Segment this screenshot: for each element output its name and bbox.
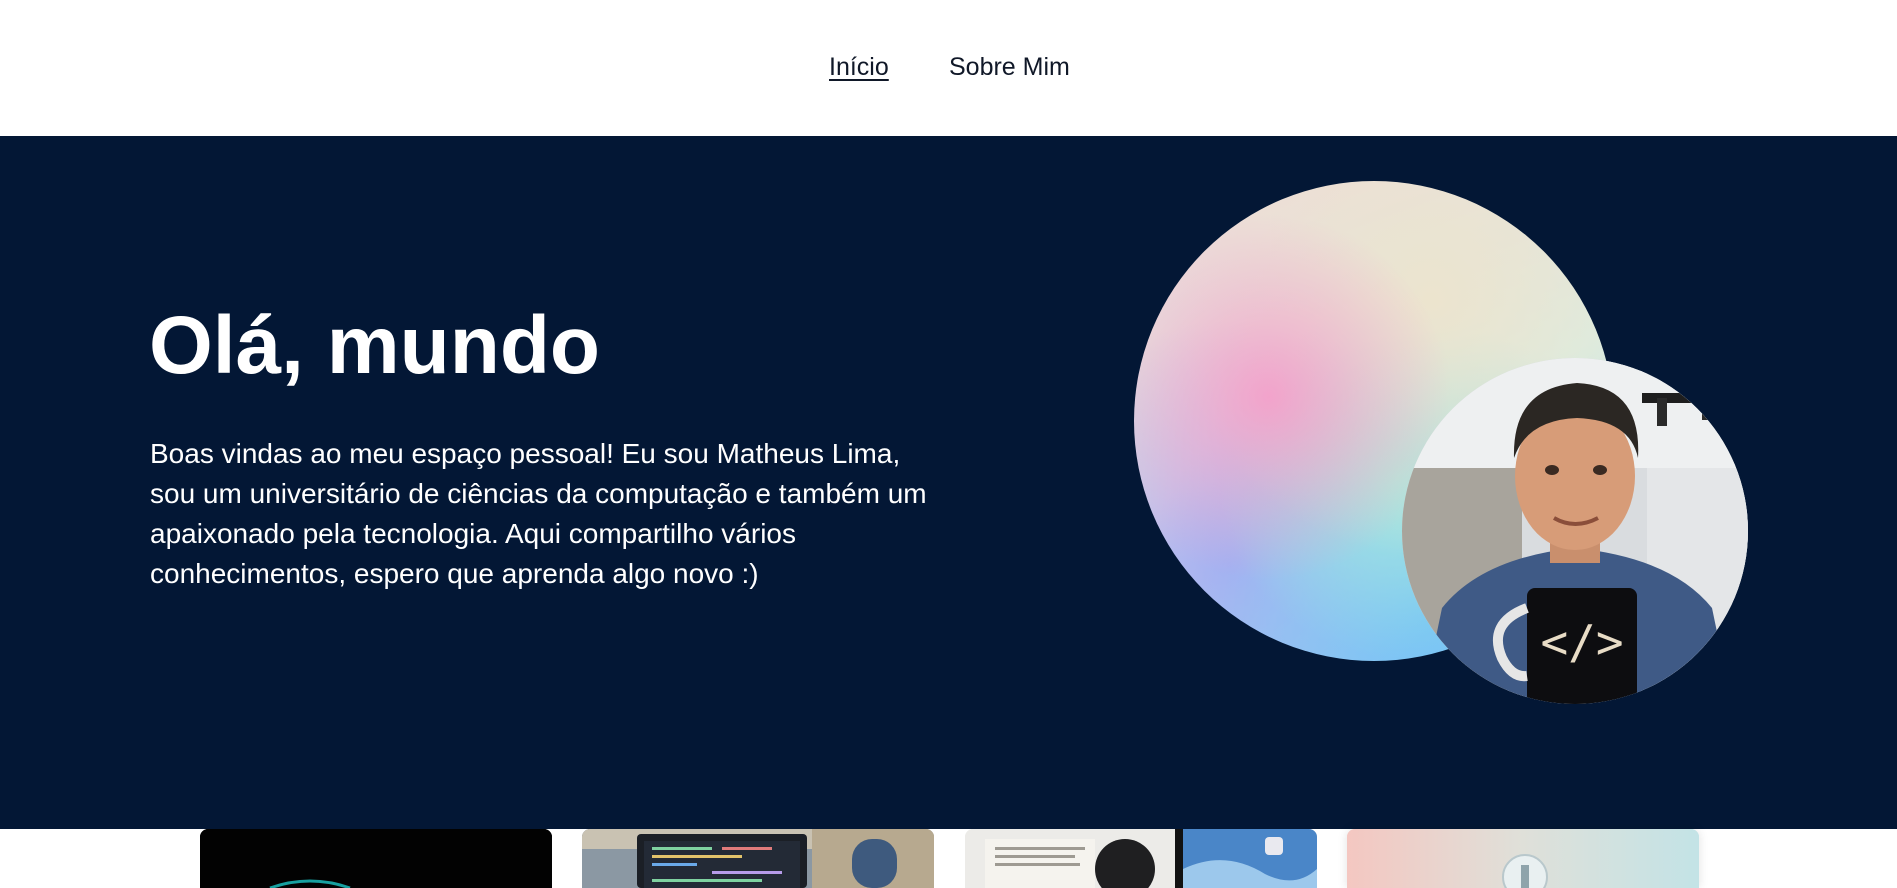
post-card-4[interactable] — [1347, 829, 1699, 888]
post-card-3[interactable] — [965, 829, 1317, 888]
svg-text:</>: </> — [1540, 615, 1623, 669]
post-card-1[interactable] — [200, 829, 552, 888]
post-thumbnail-laptop — [582, 829, 934, 888]
top-navigation: Início Sobre Mim — [0, 0, 1897, 136]
hero-description: Boas vindas ao meu espaço pessoal! Eu so… — [150, 438, 927, 589]
post-card-2[interactable] — [582, 829, 934, 888]
post-thumbnail-desk — [965, 829, 1317, 888]
nav-link-about[interactable]: Sobre Mim — [949, 52, 1070, 82]
hero-section: Olá, mundo Boas vindas ao meu espaço pes… — [0, 136, 1897, 829]
post-thumbnail-dark — [200, 829, 552, 888]
hero-title: Olá, mundo — [149, 300, 600, 391]
page: Início Sobre Mim Olá, mundo Boas vindas … — [0, 0, 1897, 888]
avatar: </> — [1402, 358, 1748, 704]
profile-photo: </> — [1402, 358, 1748, 704]
post-thumbnail-lightbulb — [1347, 829, 1699, 888]
nav-link-home[interactable]: Início — [829, 52, 889, 82]
